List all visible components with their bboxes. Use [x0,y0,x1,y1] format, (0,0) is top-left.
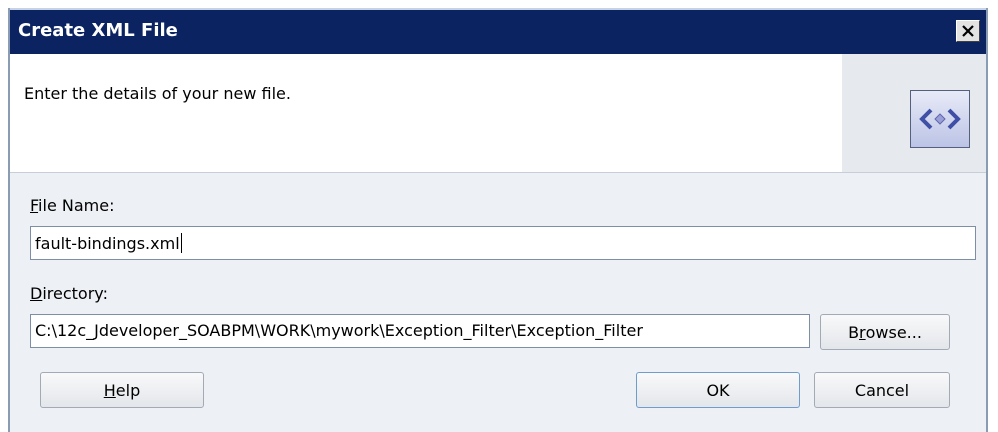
directory-label-mnemonic: D [30,284,43,303]
header-panel: Enter the details of your new file. [10,54,986,173]
help-label-mnemonic: H [103,380,116,400]
browse-button[interactable]: Br owse... [820,314,950,350]
close-icon [962,25,974,37]
directory-value: C:\12c_Jdeveloper_SOABPM\WORK\mywork\Exc… [35,321,643,340]
cancel-label: Cancel [854,380,910,400]
browse-label-pre: B [848,322,860,342]
directory-input[interactable]: C:\12c_Jdeveloper_SOABPM\WORK\mywork\Exc… [30,314,810,348]
file-name-label-mnemonic: F [30,196,39,215]
create-xml-file-dialog: Create XML File Enter the details of you… [8,8,988,432]
ok-button[interactable]: OK [636,372,800,408]
text-cursor [180,233,182,253]
file-name-label-text: ile Name: [38,196,115,215]
xml-file-icon [910,90,970,148]
header-description: Enter the details of your new file. [24,84,291,103]
title-bar[interactable]: Create XML File [10,8,986,54]
help-button[interactable]: Help [40,372,204,408]
file-name-label: File Name: [30,196,114,215]
dialog-title: Create XML File [18,20,178,41]
file-name-value: fault-bindings.xml [35,234,180,253]
close-button[interactable] [956,20,980,42]
ok-label: OK [706,380,730,400]
cancel-button[interactable]: Cancel [814,372,950,408]
header-icon-area [842,54,986,172]
browse-label-post: owse... [865,322,922,342]
directory-label-text: irectory: [42,284,108,303]
browse-label-mnemonic: r [859,322,866,342]
file-name-input[interactable]: fault-bindings.xml [30,226,976,260]
directory-label: Directory: [30,284,108,303]
help-label-post: elp [115,380,141,400]
